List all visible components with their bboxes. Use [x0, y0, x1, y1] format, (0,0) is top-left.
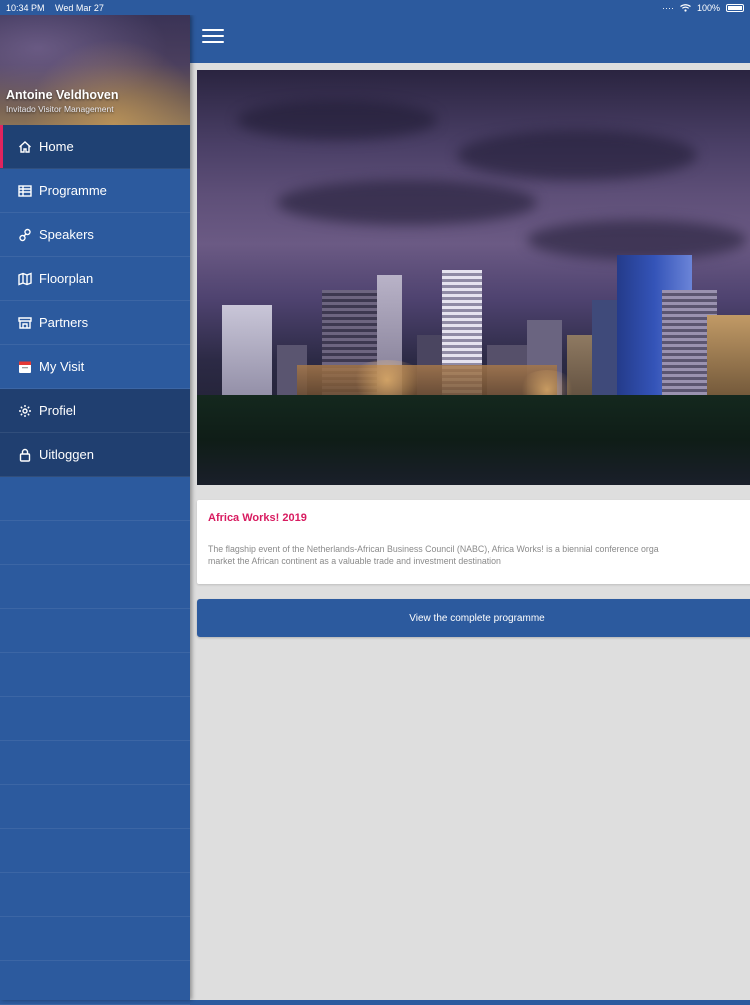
top-bar — [190, 15, 750, 63]
sidebar-item-partners[interactable]: Partners — [0, 301, 190, 345]
sidebar-item-label: My Visit — [39, 359, 85, 374]
profile-header[interactable]: Antoine Veldhoven Invitado Visitor Manag… — [0, 15, 190, 125]
sidebar-item-label: Partners — [39, 315, 89, 330]
link-icon — [18, 228, 32, 242]
sidebar-empty-row — [0, 829, 190, 873]
status-bar: 10:34 PM Wed Mar 27 ···· 100% — [0, 0, 750, 15]
sidebar-item-label: Programme — [39, 183, 107, 198]
sidebar-item-profiel[interactable]: Profiel — [0, 389, 190, 433]
profile-organization: Invitado Visitor Management — [6, 104, 114, 114]
status-left: 10:34 PM Wed Mar 27 — [6, 3, 112, 13]
sidebar-empty-row — [0, 653, 190, 697]
map-icon — [18, 271, 32, 286]
calendar-icon — [18, 360, 32, 374]
signal-dots-icon: ···· — [661, 2, 674, 13]
gear-icon — [18, 404, 32, 418]
sidebar-empty-row — [0, 477, 190, 521]
sidebar-empty-row — [0, 609, 190, 653]
home-icon — [18, 140, 32, 154]
sidebar-empty-row — [0, 521, 190, 565]
sidebar-empty-row — [0, 785, 190, 829]
main-content: Africa Works! 2019 The flagship event of… — [190, 63, 750, 1000]
event-title: Africa Works! 2019 — [208, 512, 307, 524]
sidebar-item-floorplan[interactable]: Floorplan — [0, 257, 190, 301]
event-description: The flagship event of the Netherlands-Af… — [208, 543, 746, 567]
sidebar-empty-row — [0, 873, 190, 917]
status-time: 10:34 PM — [6, 2, 45, 13]
sidebar-item-uitloggen[interactable]: Uitloggen — [0, 433, 190, 477]
sidebar-item-label: Profiel — [39, 403, 76, 418]
status-date: Wed Mar 27 — [55, 2, 104, 13]
profile-name: Antoine Veldhoven — [6, 88, 119, 102]
sidebar-item-my-visit[interactable]: My Visit — [0, 345, 190, 389]
sidebar-item-label: Speakers — [39, 227, 94, 242]
event-card: Africa Works! 2019 The flagship event of… — [197, 500, 750, 584]
sidebar-item-programme[interactable]: Programme — [0, 169, 190, 213]
event-description-line: market the African continent as a valuab… — [208, 556, 501, 566]
battery-icon — [726, 3, 744, 12]
sidebar-item-label: Home — [39, 139, 74, 154]
battery-percent: 100% — [696, 2, 720, 13]
sidebar-item-label: Uitloggen — [39, 447, 94, 462]
hero-image-city-night — [197, 70, 750, 485]
sidebar-item-label: Floorplan — [39, 271, 94, 286]
sidebar: Antoine Veldhoven Invitado Visitor Manag… — [0, 15, 190, 1005]
wifi-icon — [680, 3, 691, 12]
sidebar-empty-row — [0, 961, 190, 1005]
sidebar-menu: Home Programme Speakers Floorplan Partne… — [0, 125, 190, 477]
table-icon — [18, 184, 32, 198]
sidebar-empty-rows — [0, 477, 190, 1005]
storefront-icon — [18, 316, 32, 330]
sidebar-empty-row — [0, 741, 190, 785]
lock-icon — [18, 448, 32, 462]
sidebar-item-speakers[interactable]: Speakers — [0, 213, 190, 257]
sidebar-empty-row — [0, 565, 190, 609]
status-right: ···· 100% — [662, 3, 744, 13]
sidebar-item-home[interactable]: Home — [0, 125, 190, 169]
view-programme-button[interactable]: View the complete programme — [197, 599, 750, 637]
menu-toggle-icon[interactable] — [202, 29, 224, 45]
sidebar-empty-row — [0, 697, 190, 741]
sidebar-empty-row — [0, 917, 190, 961]
event-description-line: The flagship event of the Netherlands-Af… — [208, 544, 659, 554]
